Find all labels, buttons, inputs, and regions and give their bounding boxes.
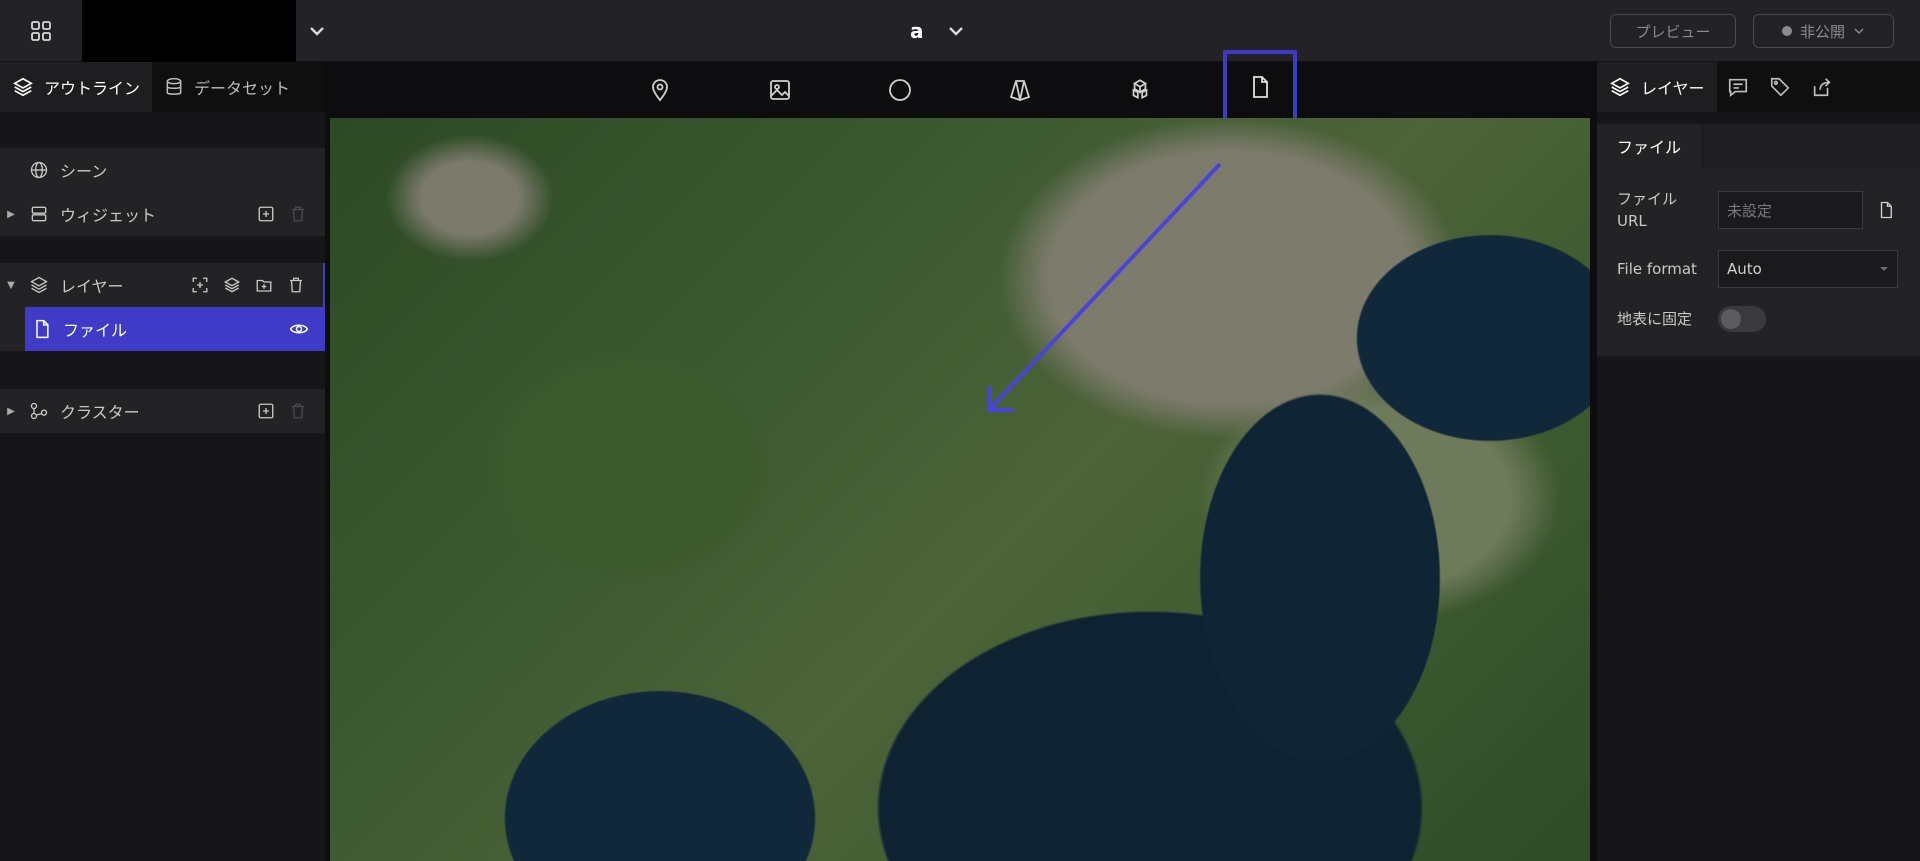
widget-icon (31, 206, 47, 222)
left-tabs: アウトライン データセット (0, 62, 325, 112)
delete-icon (292, 403, 304, 419)
outline-item-file[interactable]: ファイル (25, 307, 325, 351)
tab-outline-label: アウトライン (44, 79, 141, 98)
tool-bar (325, 50, 1595, 124)
left-panel: アウトライン データセット シーン ▶ ウィジェット ▼ レイヤー ファイル ▶… (0, 62, 325, 861)
clamp-ground-label: 地表に固定 (1617, 310, 1693, 328)
spacer (0, 351, 325, 389)
file-url-input[interactable]: 未設定 (1718, 191, 1863, 229)
outline-item-file-label: ファイル (63, 321, 128, 340)
file-properties: ファイル URL 未設定 File format Auto 地表に固定 (1597, 168, 1920, 356)
expand-triangle-icon[interactable]: ▶ (0, 209, 22, 220)
add-layer-icon[interactable] (223, 276, 241, 294)
model-icon (1132, 79, 1148, 99)
marker-icon (652, 79, 668, 102)
outline-item-layer-label: レイヤー (60, 277, 124, 296)
outline-item-cluster-label: クラスター (60, 403, 140, 422)
scene-title[interactable]: a (910, 14, 966, 48)
publish-status-label: 非公開 (1799, 22, 1845, 41)
file-format-field: File format Auto (1617, 250, 1900, 288)
project-chevron-down-icon[interactable] (302, 16, 332, 46)
preview-button-label: プレビュー (1635, 22, 1711, 41)
outline-item-scene[interactable]: シーン (0, 148, 325, 192)
property-section-header: ファイル (1597, 124, 1920, 168)
globe-icon (30, 161, 48, 179)
file-picker-icon[interactable] (1877, 201, 1895, 219)
preview-button[interactable]: プレビュー (1610, 14, 1736, 48)
polygon-tool-button[interactable] (998, 68, 1042, 112)
file-url-placeholder: 未設定 (1727, 201, 1773, 220)
add-icon[interactable] (257, 205, 275, 223)
file-format-select[interactable]: Auto (1718, 250, 1898, 288)
spacer (0, 236, 325, 263)
outline-item-widget[interactable]: ▶ ウィジェット (0, 192, 325, 236)
eye-icon[interactable] (289, 319, 309, 339)
top-bar: a プレビュー 非公開 (0, 0, 1920, 62)
model-tool-button[interactable] (1118, 68, 1162, 112)
tab-file-properties-label: ファイル (1617, 138, 1682, 157)
layers-icon (1610, 77, 1630, 97)
database-icon (166, 77, 182, 95)
file-icon (1253, 76, 1268, 98)
publish-status-button[interactable]: 非公開 (1753, 14, 1894, 48)
layers-icon (13, 77, 33, 97)
spacer (0, 112, 325, 148)
outline-item-scene-label: シーン (60, 162, 108, 181)
comment-icon (1728, 78, 1747, 97)
chevron-down-icon (1854, 28, 1864, 35)
delete-icon (292, 206, 304, 222)
cluster-icon (30, 402, 48, 420)
export-icon (1813, 78, 1831, 97)
file-tool-button[interactable] (1223, 50, 1297, 124)
right-tabs: レイヤー (1597, 62, 1920, 112)
image-icon (770, 80, 790, 100)
layer-section: ▼ レイヤー ファイル (0, 263, 325, 351)
file-format-value: Auto (1727, 260, 1762, 278)
collapse-triangle-icon[interactable]: ▼ (0, 280, 22, 291)
tab-tags[interactable] (1759, 62, 1801, 112)
tab-layer[interactable]: レイヤー (1597, 62, 1717, 112)
marker-tool-button[interactable] (638, 68, 682, 112)
map-viewport[interactable] (330, 118, 1590, 861)
file-icon (36, 319, 49, 339)
file-url-field: ファイル URL 未設定 (1617, 188, 1900, 232)
tab-layer-label: レイヤー (1641, 79, 1705, 98)
project-name-redacted (82, 0, 296, 62)
scene-title-text: a (910, 19, 924, 43)
app-menu-icon[interactable] (0, 0, 82, 62)
delete-icon[interactable] (287, 276, 305, 294)
circle-tool-button[interactable] (878, 68, 922, 112)
polygon-icon (1009, 80, 1031, 101)
outline-item-cluster[interactable]: ▶ クラスター (0, 389, 325, 433)
tab-dataset[interactable]: データセット (152, 62, 302, 112)
file-url-label: ファイル URL (1617, 190, 1678, 230)
right-panel: レイヤー ファイル ファイル URL 未設定 File format Auto (1597, 62, 1920, 861)
annotation-arrow (986, 162, 1222, 412)
tag-icon (1770, 77, 1789, 97)
add-infobox-icon[interactable] (191, 276, 209, 294)
circle-icon (889, 79, 911, 101)
image-tool-button[interactable] (758, 68, 802, 112)
tab-export[interactable] (1801, 62, 1843, 112)
file-format-label: File format (1617, 260, 1697, 278)
scene-section: シーン ▶ ウィジェット (0, 148, 325, 236)
select-caret-icon (1880, 267, 1888, 271)
cluster-section: ▶ クラスター (0, 389, 325, 433)
status-dot-icon (1781, 26, 1792, 36)
outline-item-layer[interactable]: ▼ レイヤー (0, 263, 325, 307)
layers-icon (30, 276, 48, 294)
add-icon[interactable] (257, 402, 275, 420)
tab-dataset-label: データセット (194, 79, 291, 98)
expand-triangle-icon[interactable]: ▶ (0, 406, 22, 417)
clamp-ground-field: 地表に固定 (1617, 306, 1900, 332)
clamp-ground-toggle[interactable] (1718, 306, 1766, 332)
tab-outline[interactable]: アウトライン (0, 62, 153, 112)
outline-item-widget-label: ウィジェット (60, 206, 157, 225)
add-folder-icon[interactable] (255, 276, 273, 294)
tab-infobox[interactable] (1717, 62, 1759, 112)
tab-file-properties[interactable]: ファイル (1597, 124, 1702, 168)
scene-chevron-down-icon[interactable] (946, 21, 966, 41)
